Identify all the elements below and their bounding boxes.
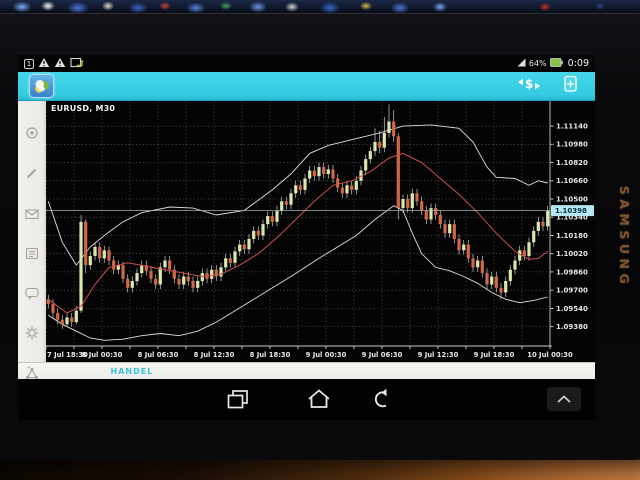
svg-text:8 Jul 00:30: 8 Jul 00:30	[82, 351, 123, 359]
tablet-screen: 1 64% 0:09	[18, 55, 595, 420]
status-indicators: 64% 0:09	[517, 58, 589, 69]
chart-symbol-title: EURUSD, M30	[51, 104, 115, 113]
new-order-icon[interactable]	[563, 75, 579, 97]
warning-icon	[54, 57, 66, 70]
svg-text:1.11140: 1.11140	[556, 123, 588, 131]
app-bar-actions: $	[517, 75, 585, 97]
svg-text:9 Jul 00:30: 9 Jul 00:30	[306, 351, 347, 359]
left-toolbar	[18, 101, 46, 362]
svg-text:10 Jul 00:30: 10 Jul 00:30	[527, 351, 573, 359]
svg-text:1.10820: 1.10820	[556, 159, 588, 167]
news-icon[interactable]	[25, 245, 39, 264]
svg-text:1.10020: 1.10020	[556, 250, 588, 258]
collapse-panel-icon[interactable]: ⌃	[25, 367, 33, 375]
svg-text:1.09860: 1.09860	[556, 268, 588, 276]
svg-text:1.09540: 1.09540	[556, 305, 588, 313]
svg-text:8 Jul 12:30: 8 Jul 12:30	[194, 351, 235, 359]
android-nav-bar	[18, 379, 595, 420]
chart-plot-area[interactable]: 1.11140 1.10980 1.10820 1.10660 1.10500 1.103…	[46, 101, 595, 366]
svg-text:9 Jul 12:30: 9 Jul 12:30	[418, 351, 459, 359]
trade-currency-icon[interactable]: $	[517, 75, 541, 97]
photo-of-tablet: { "device": { "brand": "SAMSUNG" }, "sta…	[0, 0, 640, 480]
back-button[interactable]	[371, 388, 397, 415]
quotes-target-icon[interactable]	[25, 125, 39, 144]
svg-text:$: $	[525, 77, 533, 91]
svg-text:1.10398: 1.10398	[555, 207, 587, 215]
candlestick-chart[interactable]: EURUSD, M30 1.11140 1.10980 1.10820 1.10660…	[46, 101, 595, 362]
chat-icon[interactable]	[25, 285, 39, 304]
settings-gear-icon[interactable]	[25, 325, 39, 344]
svg-text:1.09380: 1.09380	[556, 323, 588, 331]
screenshot-captured-icon	[70, 57, 84, 70]
metatrader-app-icon[interactable]	[29, 74, 54, 98]
warning-icon	[38, 57, 50, 70]
notification-count-icon: 1	[24, 59, 34, 69]
home-button[interactable]	[306, 388, 332, 415]
chevron-up-icon	[555, 394, 573, 404]
app-bar: $	[18, 72, 595, 101]
samsung-logo: SAMSUNG	[616, 182, 632, 292]
expand-toolbar-chip[interactable]	[547, 387, 581, 411]
svg-text:1.10180: 1.10180	[556, 232, 588, 240]
svg-text:1.10980: 1.10980	[556, 141, 588, 149]
status-notifications: 1	[24, 57, 84, 70]
svg-text:1.10660: 1.10660	[556, 177, 588, 185]
svg-text:1.09700: 1.09700	[556, 287, 588, 295]
svg-text:9 Jul 06:30: 9 Jul 06:30	[362, 351, 403, 359]
status-bar: 1 64% 0:09	[18, 55, 595, 72]
battery-icon	[550, 58, 563, 69]
trade-button[interactable]: HANDEL	[111, 367, 154, 376]
svg-text:1.10500: 1.10500	[556, 195, 588, 203]
draw-object-icon[interactable]	[25, 165, 39, 184]
svg-text:9 Jul 18:30: 9 Jul 18:30	[474, 351, 515, 359]
main-content: EURUSD, M30 1.11140 1.10980 1.10820 1.10660…	[18, 101, 595, 362]
clock: 0:09	[568, 58, 589, 69]
signal-icon	[517, 58, 526, 69]
mail-icon[interactable]	[25, 205, 39, 224]
svg-text:8 Jul 18:30: 8 Jul 18:30	[250, 351, 291, 359]
battery-percent: 64%	[529, 59, 547, 68]
recents-button[interactable]	[225, 388, 251, 415]
svg-text:8 Jul 06:30: 8 Jul 06:30	[138, 351, 179, 359]
